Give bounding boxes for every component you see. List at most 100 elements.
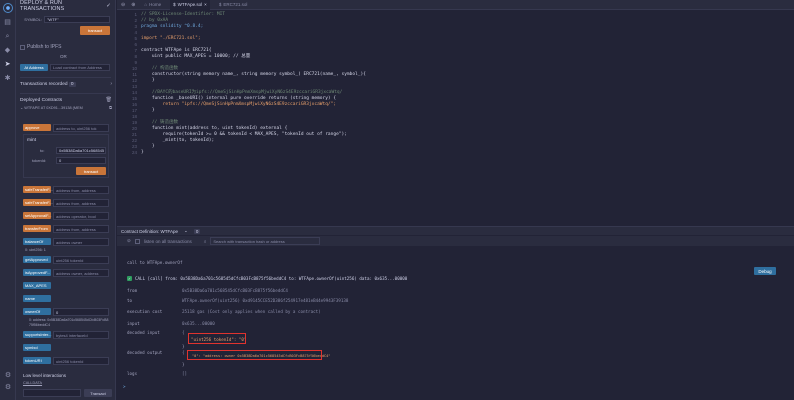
- deploy-panel: DEPLOY & RUN TRANSACTIONS ✓ SYMBOL: "WTF…: [16, 0, 116, 400]
- ownerof-input[interactable]: 0: [53, 308, 109, 316]
- isapprovedforall-button[interactable]: isApprovedF...: [23, 269, 51, 276]
- code-content[interactable]: // SPDX-License-Identifier: MIT// by 0xA…: [141, 12, 366, 156]
- safetransferfrom-data-button[interactable]: safeTransferF...: [23, 199, 53, 206]
- transactions-count-badge: 0: [68, 81, 76, 87]
- clear-terminal-icon[interactable]: ⊘: [127, 238, 131, 244]
- tokenuri-input[interactable]: uint256 tokenId: [53, 357, 109, 365]
- tokenuri-button[interactable]: tokenURI: [23, 357, 51, 364]
- tab-erc721-sol[interactable]: $ ERC721.sol: [216, 0, 251, 10]
- publish-ipfs-row: Publish to IPFS: [20, 44, 61, 50]
- mint-to-input[interactable]: 0x5B38Da6a701c568545: [56, 147, 106, 154]
- function-safetransferfrom-data: safeTransferF... address from, address: [23, 199, 109, 207]
- transactions-recorded-label: Transactions recorded: [20, 81, 68, 87]
- divider: [20, 77, 111, 78]
- listen-count-badge: 0: [193, 228, 201, 234]
- mint-tokenid-input[interactable]: 0: [56, 157, 106, 164]
- getapproved-input[interactable]: uint256 tokenId: [53, 256, 109, 264]
- code-editor[interactable]: 1 2 3 4 5 6 7 8 9 10 11 12 13 14 15 16 17 18 19 20 21 22 23 24 …: [117, 10, 794, 225]
- balanceof-input[interactable]: address owner: [53, 238, 109, 246]
- symbol-input[interactable]: "WTF": [44, 16, 110, 23]
- transferfrom-input[interactable]: address from, address: [53, 225, 109, 233]
- low-level-transact-button[interactable]: Transact: [84, 389, 112, 397]
- safetransferfrom-input[interactable]: address from, address: [53, 186, 109, 194]
- deployed-contract-item[interactable]: ⌄ WTFAPE AT 0XD91...39138 (MEM ⧉: [20, 105, 112, 110]
- mint-transact-button[interactable]: transact: [76, 167, 106, 175]
- at-address-button[interactable]: At Address: [20, 64, 48, 71]
- function-name: name: [23, 295, 109, 303]
- transact-deploy-button[interactable]: transact: [80, 26, 110, 35]
- copy-icon[interactable]: ⧉: [109, 105, 112, 110]
- balanceof-result: 0: uint256: 1: [25, 248, 46, 252]
- function-safetransferfrom: safeTransferF... address from, address: [23, 186, 109, 194]
- function-isapprovedforall: isApprovedF... address owner, address: [23, 269, 109, 277]
- zoom-out-icon[interactable]: ⊖: [121, 2, 125, 8]
- chevron-down-icon: ⌄: [20, 106, 24, 110]
- zoom-in-icon[interactable]: ⊕: [131, 2, 135, 8]
- divider: [20, 93, 111, 94]
- debug-button[interactable]: Debug: [754, 267, 776, 275]
- home-icon: ⌂: [144, 2, 148, 7]
- isapprovedforall-input[interactable]: address owner, address: [53, 269, 109, 277]
- search-icon[interactable]: ⌕: [4, 33, 12, 41]
- function-max-apes: MAX_APES: [23, 282, 109, 290]
- compiler-icon[interactable]: ◆: [4, 47, 12, 55]
- terminal-title: Contract Definition: WTFApe: [121, 228, 179, 234]
- ownerof-result: 0: address: 0x5B38Da6a701c568545dCfcB03F…: [29, 318, 109, 327]
- deployed-contracts-label: Deployed Contracts: [20, 97, 63, 103]
- listen-checkbox[interactable]: [134, 238, 140, 244]
- publish-ipfs-checkbox[interactable]: [20, 44, 25, 50]
- terminal-prompt[interactable]: >: [123, 384, 126, 389]
- at-address-row: At Address Load contract from Address: [20, 64, 110, 71]
- tx-row-logs: logs[]: [127, 371, 188, 376]
- name-button[interactable]: name: [23, 295, 51, 302]
- settings-icon[interactable]: ⚙: [4, 384, 12, 392]
- line-numbers: 1 2 3 4 5 6 7 8 9 10 11 12 13 14 15 16 17 18 19 20 21 22 23 24: [117, 12, 137, 156]
- chevron-down-icon[interactable]: ⌄: [184, 228, 188, 234]
- terminal-call-line: call to WTFApe.ownerOf: [127, 260, 183, 265]
- tx-row-decoded-input: decoded input{: [127, 330, 185, 335]
- load-contract-input[interactable]: Load contract from Address: [50, 64, 110, 71]
- trash-icon[interactable]: 🗑: [106, 97, 112, 103]
- file-explorer-icon[interactable]: ▤: [4, 19, 12, 27]
- terminal-toolbar: ⊘ listen on all transactions ⌕ Search wi…: [117, 236, 794, 246]
- function-setapprovalforall: setApprovalF... address operator, bool: [23, 212, 109, 220]
- ownerof-button[interactable]: ownerOf: [23, 308, 51, 315]
- panel-header: DEPLOY & RUN TRANSACTIONS ✓: [16, 0, 115, 12]
- deploy-icon[interactable]: ➤: [4, 61, 12, 69]
- code-line[interactable]: constructor(string memory name_, string …: [141, 72, 366, 78]
- approve-input[interactable]: address to, uint256 tok: [53, 124, 109, 132]
- getapproved-button[interactable]: getApproved: [23, 256, 51, 263]
- tab-home[interactable]: ⌂ Home: [141, 0, 164, 10]
- calldata-input[interactable]: [23, 389, 81, 397]
- closing-brace: }: [182, 344, 185, 349]
- tab-wtfape-sol[interactable]: $ WTFApe.sol ×: [170, 0, 210, 10]
- tx-row-from: from 0x5B38Da6a701c568545dCfcB03FcB875f56…: [127, 288, 288, 293]
- safetransferfrom-button[interactable]: safeTransferF...: [23, 186, 53, 193]
- setapprovalforall-button[interactable]: setApprovalF...: [23, 212, 51, 219]
- supportsinterface-button[interactable]: supportsInter...: [23, 331, 51, 338]
- supportsinterface-input[interactable]: bytes4 interfaceId: [53, 331, 109, 339]
- close-tab-icon[interactable]: ×: [204, 2, 207, 7]
- symbol-button[interactable]: symbol: [23, 344, 51, 351]
- approve-button[interactable]: approve: [23, 124, 51, 131]
- symbol-row: SYMBOL: "WTF": [20, 16, 110, 23]
- close-icon[interactable]: ✓: [106, 3, 111, 9]
- plugin-manager-icon[interactable]: ⚙: [4, 372, 12, 380]
- safetransferfrom-data-input[interactable]: address from, address: [53, 199, 109, 207]
- code-line[interactable]: }: [141, 150, 366, 156]
- calldata-label: CALLDATA: [23, 381, 43, 385]
- max-apes-button[interactable]: MAX_APES: [23, 282, 51, 289]
- setapprovalforall-input[interactable]: address operator, bool: [53, 212, 109, 220]
- debugger-icon[interactable]: ✱: [4, 75, 12, 83]
- terminal-search-input[interactable]: Search with transaction hash or address: [210, 237, 321, 245]
- transactions-recorded-row[interactable]: Transactions recorded 0 ›: [20, 81, 112, 87]
- terminal-call-header[interactable]: ✓ CALL [call] from: 0x5B38Da6a701c568545d…: [127, 276, 407, 281]
- terminal-header: Contract Definition: WTFApe ⌄ 0: [117, 226, 794, 235]
- balanceof-button[interactable]: balanceOf: [23, 238, 51, 245]
- code-line[interactable]: return "ipfs://QmeSjSinHpPnmXmspMjwiXyN6…: [141, 102, 366, 108]
- or-label: OR: [60, 54, 67, 59]
- chevron-right-icon: ›: [110, 81, 112, 87]
- transferfrom-button[interactable]: transferFrom: [23, 225, 51, 232]
- remix-logo-icon[interactable]: [2, 3, 13, 13]
- publish-ipfs-label: Publish to IPFS: [27, 44, 62, 50]
